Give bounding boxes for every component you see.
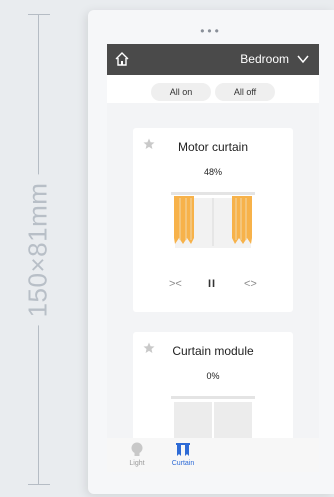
curtain-icon: [176, 443, 190, 456]
curtain-visual: [171, 192, 255, 248]
open-curtain-button[interactable]: <>: [244, 278, 257, 290]
card-title: Curtain module: [172, 344, 254, 358]
room-selector-label[interactable]: Bedroom: [240, 52, 289, 66]
curtain-percent: 0%: [206, 371, 220, 381]
top-bar: Bedroom: [107, 44, 319, 75]
curtain-rod: [171, 396, 255, 399]
curtain-rod: [171, 192, 255, 195]
dimension-cap-bottom: [28, 484, 50, 485]
tab-label: Light: [129, 460, 145, 467]
window-divider: [212, 198, 214, 246]
curtain-percent: 48%: [203, 167, 222, 177]
tab-curtain[interactable]: Curtain: [163, 442, 203, 467]
tab-label: Curtain: [171, 460, 195, 467]
quick-actions: All on All off: [107, 75, 319, 103]
home-icon[interactable]: [114, 51, 130, 67]
tab-light[interactable]: Light: [117, 442, 157, 467]
bulb-icon: [131, 442, 143, 456]
device-dots: •••: [200, 24, 222, 38]
close-curtain-button[interactable]: ><: [169, 278, 182, 290]
card-title: Motor curtain: [177, 140, 249, 154]
pause-curtain-button[interactable]: II: [208, 278, 216, 290]
curtain-controls: >< II <>: [133, 278, 293, 292]
screen: Bedroom All on All off Motor curtain 48%: [107, 44, 319, 472]
chevron-down-icon[interactable]: [297, 54, 309, 64]
device-frame: ••• Bedroom All on All off Motor curtain…: [88, 10, 334, 494]
bottom-tab-bar: Light Curtain: [107, 438, 319, 472]
motor-curtain-card: Motor curtain 48% >< II <>: [133, 128, 293, 312]
all-on-button[interactable]: All on: [151, 83, 211, 101]
dimension-label: 150×81mm: [22, 174, 54, 326]
curtain-right-panel: [232, 196, 252, 244]
curtain-module-card: Curtain module 0%: [133, 332, 293, 462]
dimension-cap-top: [28, 14, 50, 15]
curtain-left-panel: [174, 196, 194, 244]
all-off-button[interactable]: All off: [215, 83, 275, 101]
